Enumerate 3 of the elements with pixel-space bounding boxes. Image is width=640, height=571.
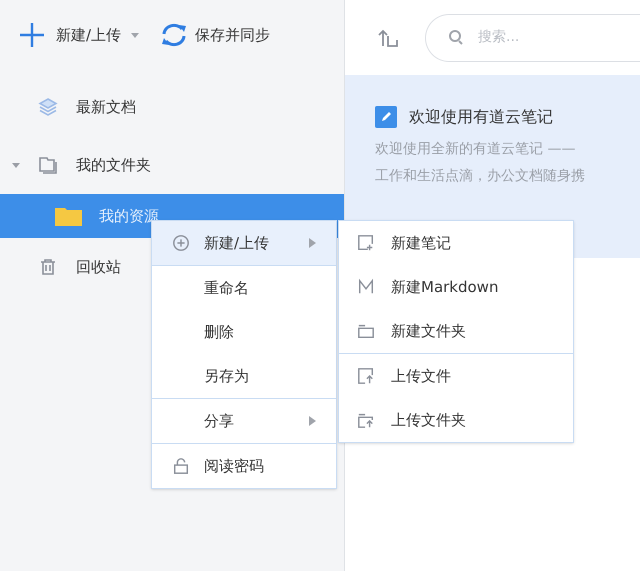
note-title: 欢迎使用有道云笔记 bbox=[409, 106, 553, 128]
note-preview-text: 工作和生活点滴，办公文档随身携 bbox=[375, 167, 586, 186]
note-preview-text: 欢迎使用全新的有道云笔记 —— bbox=[375, 140, 576, 159]
